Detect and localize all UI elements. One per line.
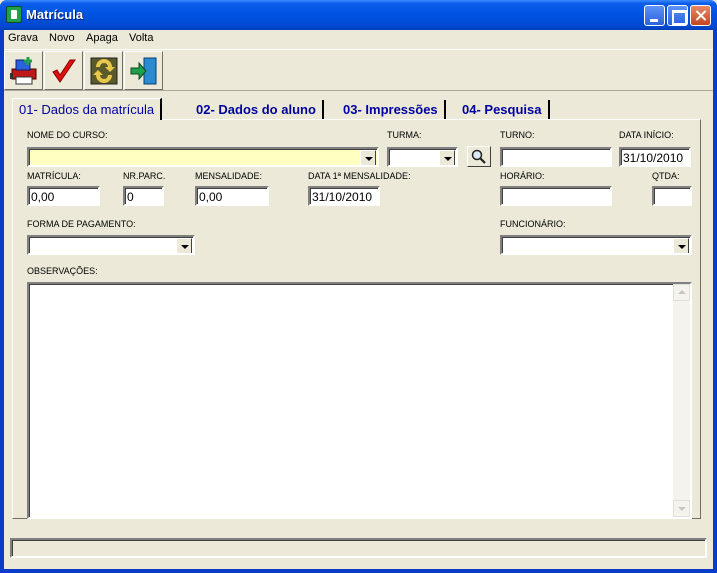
tab-impressoes[interactable]: 03- Impressões <box>337 100 446 120</box>
scroll-down-icon[interactable] <box>673 500 690 517</box>
maximize-button[interactable] <box>667 5 688 26</box>
mensalidade-label: MENSALIDADE: <box>195 171 263 181</box>
menu-bar: Grava Novo Apaga Volta <box>4 30 713 48</box>
qtda-label: QTDA: <box>652 171 680 181</box>
close-button[interactable] <box>690 5 711 26</box>
qtda-field[interactable] <box>652 186 692 206</box>
matricula-label: MATRÍCULA: <box>27 171 81 181</box>
chevron-down-icon[interactable] <box>176 238 192 253</box>
turma-label: TURMA: <box>387 130 422 140</box>
menu-volta[interactable]: Volta <box>129 32 153 44</box>
refresh-icon <box>90 57 118 85</box>
minimize-button[interactable] <box>644 5 665 26</box>
nr-parc-field[interactable]: 0 <box>123 186 164 206</box>
data-inicio-field[interactable]: 31/10/2010 <box>619 147 691 167</box>
exit-button[interactable] <box>124 51 163 90</box>
app-window: Matrícula Grava Novo Apaga Volta 01- Dad… <box>0 0 717 573</box>
title-bar[interactable]: Matrícula <box>0 0 717 30</box>
funcionario-select[interactable] <box>500 235 692 255</box>
data-primeira-mensalidade-label: DATA 1ª MENSALIDADE: <box>308 171 411 181</box>
chevron-down-icon[interactable] <box>673 238 689 253</box>
observacoes-scrollbar[interactable] <box>673 284 690 517</box>
observacoes-label: OBSERVAÇÕES: <box>27 266 98 276</box>
scroll-up-icon[interactable] <box>673 284 690 301</box>
checkmark-icon <box>52 59 76 83</box>
turno-field[interactable] <box>500 147 612 167</box>
menu-grava[interactable]: Grava <box>8 32 38 44</box>
turno-label: TURNO: <box>500 130 535 140</box>
chevron-down-icon[interactable] <box>360 150 376 165</box>
observacoes-textarea[interactable] <box>27 282 692 519</box>
save-button[interactable] <box>4 51 43 90</box>
forma-pagamento-select[interactable] <box>27 235 195 255</box>
nome-curso-select[interactable] <box>27 147 379 167</box>
horario-label: HORÁRIO: <box>500 171 545 181</box>
app-icon <box>6 6 22 23</box>
matricula-field[interactable]: 0,00 <box>27 186 100 206</box>
printer-save-icon <box>10 57 37 85</box>
tab-pesquisa[interactable]: 04- Pesquisa <box>456 100 550 120</box>
refresh-button[interactable] <box>84 51 123 90</box>
search-turma-button[interactable] <box>467 146 491 167</box>
new-button[interactable] <box>44 51 83 90</box>
window-title: Matrícula <box>26 7 84 22</box>
horario-field[interactable] <box>500 186 612 206</box>
forma-pagamento-label: FORMA DE PAGAMENTO: <box>27 219 136 229</box>
status-bar <box>10 538 707 558</box>
tab-panel-dados-matricula: NOME DO CURSO: TURMA: TURNO: DATA INÍCIO… <box>12 119 701 519</box>
funcionario-label: FUNCIONÁRIO: <box>500 219 566 229</box>
search-icon <box>471 149 486 164</box>
menu-novo[interactable]: Novo <box>49 32 75 44</box>
data-inicio-label: DATA INÍCIO: <box>619 130 674 140</box>
toolbar <box>4 49 713 91</box>
menu-apaga[interactable]: Apaga <box>86 32 118 44</box>
tab-dados-matricula[interactable]: 01- Dados da matrícula <box>12 98 163 120</box>
tab-dados-aluno[interactable]: 02- Dados do aluno <box>190 100 324 120</box>
nome-curso-label: NOME DO CURSO: <box>27 130 108 140</box>
mensalidade-field[interactable]: 0,00 <box>195 186 269 206</box>
data-primeira-mensalidade-field[interactable]: 31/10/2010 <box>308 186 380 206</box>
exit-door-icon <box>130 57 157 85</box>
turma-select[interactable] <box>387 147 458 167</box>
client-area: Grava Novo Apaga Volta 01- Dados da matr… <box>4 30 713 569</box>
nr-parc-label: NR.PARC. <box>123 171 166 181</box>
tab-strip: 01- Dados da matrícula 02- Dados do alun… <box>12 98 702 120</box>
chevron-down-icon[interactable] <box>439 150 455 165</box>
